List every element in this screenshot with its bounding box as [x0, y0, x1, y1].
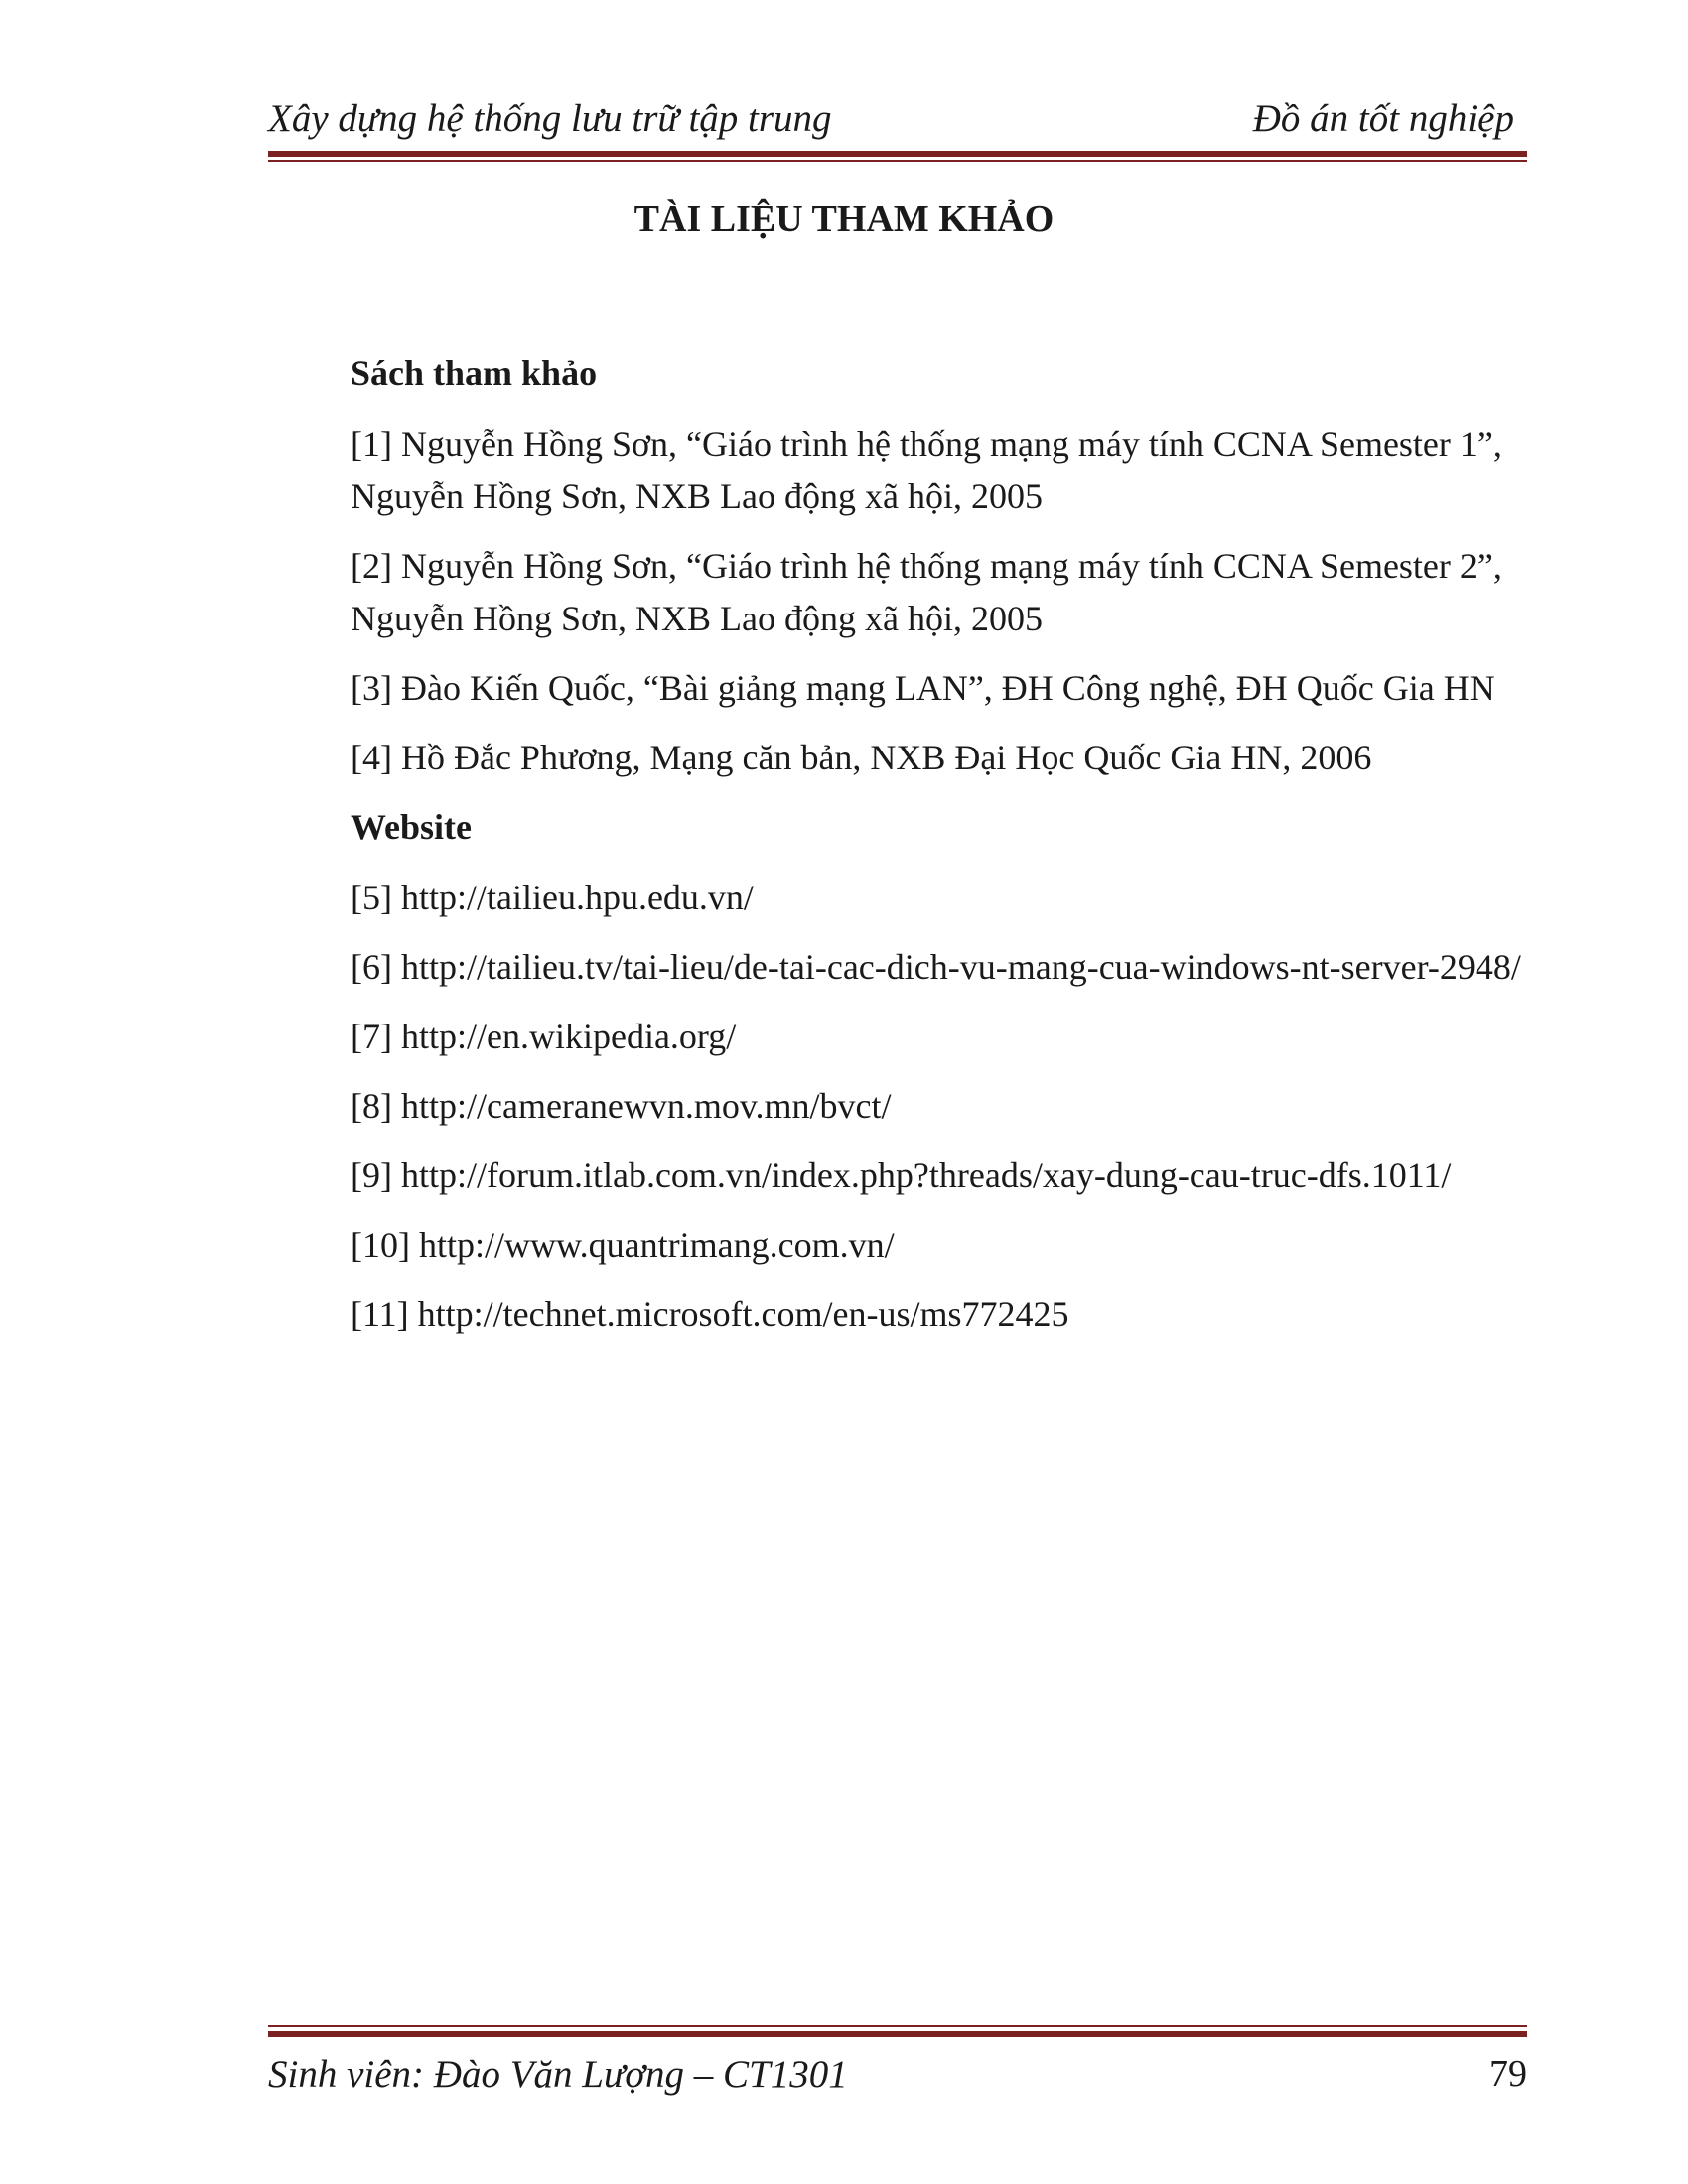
website-reference-item: [7] http://en.wikipedia.org/ [351, 1017, 737, 1056]
header-rule-thin [268, 160, 1527, 162]
reference-item: [3] Đào Kiến Quốc, “Bài giảng mạng LAN”,… [351, 668, 1495, 708]
reference-item: [4] Hồ Đắc Phương, Mạng căn bản, NXB Đại… [351, 738, 1372, 777]
website-reference-item: [8] http://cameranewvn.mov.mn/bvct/ [351, 1086, 892, 1126]
header-document-title: Xây dựng hệ thống lưu trữ tập trung [268, 97, 832, 140]
footer-rule-thick [268, 2031, 1527, 2037]
header-document-type: Đồ án tốt nghiệp [1252, 97, 1514, 140]
website-reference-item: [6] http://tailieu.tv/tai-lieu/de-tai-ca… [351, 947, 1521, 987]
footer-rule-thin [268, 2025, 1527, 2027]
references-body: Sách tham khảo [1] Nguyễn Hồng Sơn, “Giá… [351, 347, 1542, 1358]
reference-item: [1] Nguyễn Hồng Sơn, “Giáo trình hệ thốn… [351, 424, 1502, 516]
page-title: TÀI LIỆU THAM KHẢO [633, 199, 1055, 240]
websites-heading: Website [351, 807, 472, 847]
website-reference-item: [9] http://forum.itlab.com.vn/index.php?… [351, 1156, 1452, 1195]
page-number: 79 [1489, 2053, 1527, 2095]
website-reference-item: [5] http://tailieu.hpu.edu.vn/ [351, 878, 754, 917]
footer-student-name: Sinh viên: Đào Văn Lượng – CT1301 [268, 2053, 848, 2096]
website-reference-item: [11] http://technet.microsoft.com/en-us/… [351, 1295, 1069, 1334]
books-heading: Sách tham khảo [351, 353, 598, 393]
header-rule-thick [268, 151, 1527, 157]
reference-item: [2] Nguyễn Hồng Sơn, “Giáo trình hệ thốn… [351, 546, 1502, 638]
website-reference-item: [10] http://www.quantrimang.com.vn/ [351, 1225, 895, 1265]
